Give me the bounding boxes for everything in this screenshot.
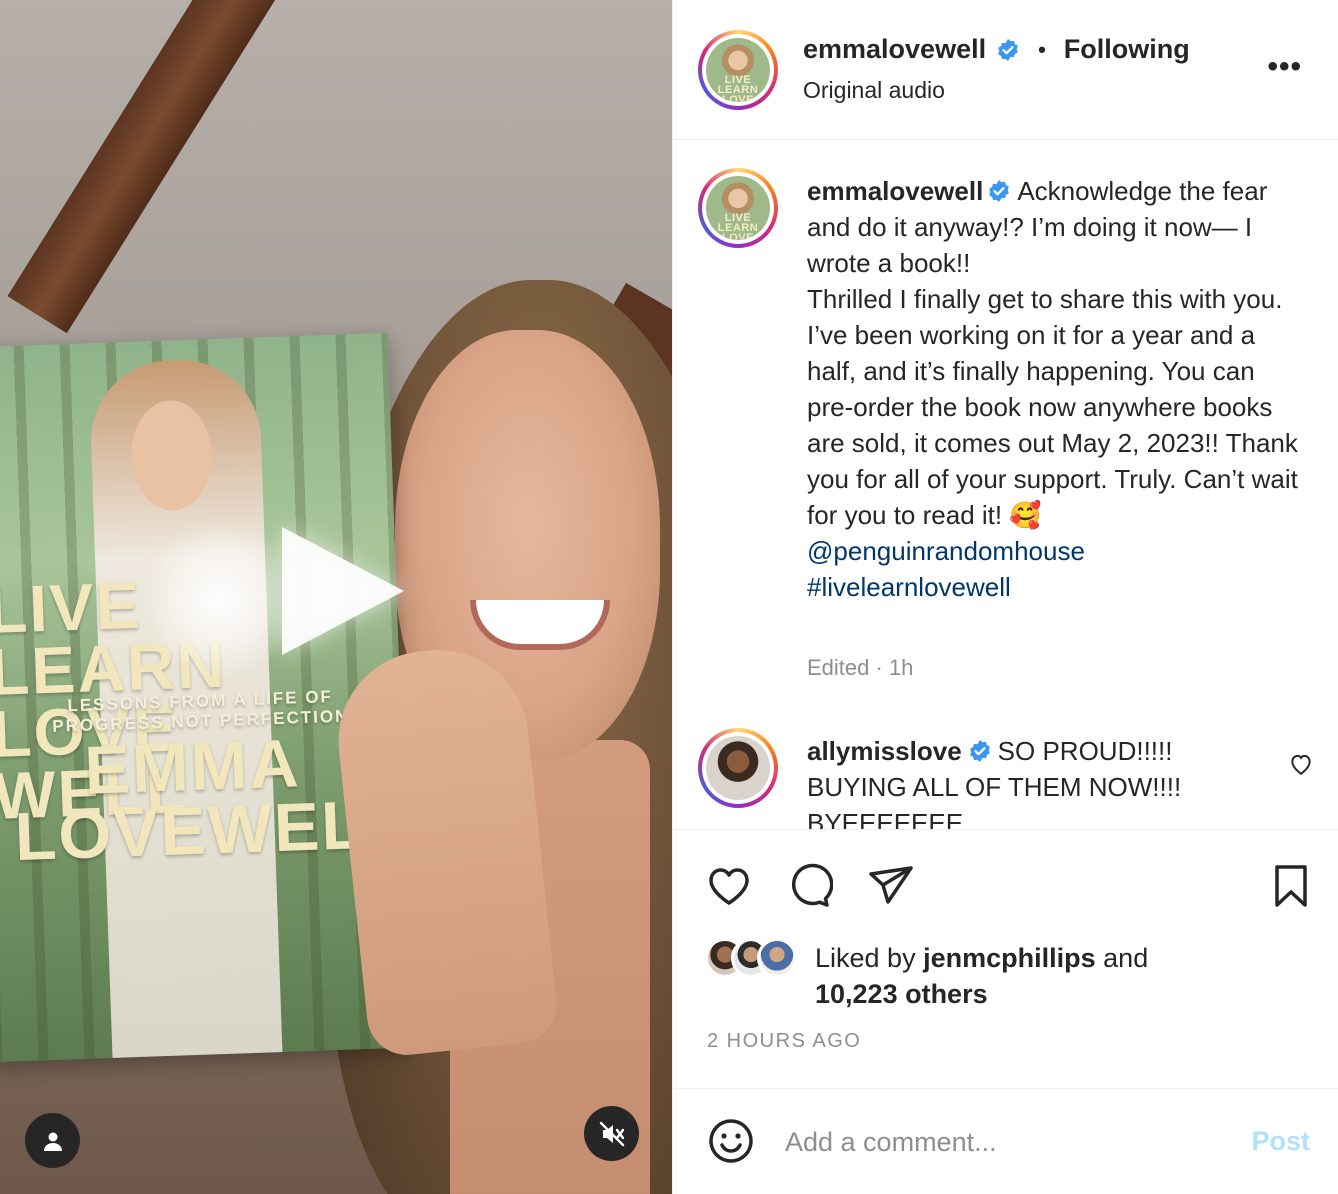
caption-avatar-ring[interactable]: LIVE LEARN LOVE WELL	[698, 168, 778, 248]
verified-icon	[989, 180, 1010, 202]
liked-by-user[interactable]: jenmcphillips	[923, 943, 1096, 973]
comment-username[interactable]: allymisslove	[807, 736, 962, 766]
liker-avatar	[757, 938, 797, 978]
play-icon[interactable]	[282, 527, 404, 655]
likes-summary[interactable]: Liked by jenmcphillips and 10,223 others	[815, 940, 1148, 1012]
liker-avatars[interactable]	[705, 938, 797, 978]
following-button[interactable]: Following	[1064, 34, 1190, 65]
verified-icon	[998, 38, 1018, 61]
audio-label[interactable]: Original audio	[803, 77, 945, 104]
likes-count[interactable]: 10,223 others	[815, 979, 988, 1009]
post-timestamp[interactable]: 2 HOURS AGO	[707, 1030, 861, 1053]
user-tag-icon	[43, 1132, 62, 1151]
post-caption: emmalovewell Acknowledge the fear and do…	[807, 173, 1307, 605]
more-icon[interactable]: •••	[1267, 52, 1302, 82]
commenter-avatar	[706, 736, 770, 800]
comment-input[interactable]	[785, 1122, 1205, 1162]
author-avatar-ring[interactable]: LIVE LEARN LOVE WELL	[698, 30, 778, 110]
comment-like-heart-icon[interactable]	[1288, 751, 1314, 777]
post-actions: Liked by jenmcphillips and 10,223 others…	[673, 829, 1338, 1089]
caption-hashtag[interactable]: #livelearnlovewell	[807, 572, 1011, 602]
heart-icon[interactable]	[705, 862, 753, 910]
comment: allymisslove SO PROUD!!!!! BUYING ALL OF…	[807, 733, 1267, 829]
bookmark-icon[interactable]	[1267, 862, 1315, 910]
header-separator: •	[1038, 36, 1046, 62]
commenter-avatar-ring[interactable]	[698, 728, 778, 808]
post-comment-button[interactable]: Post	[1251, 1126, 1310, 1157]
author-avatar: LIVE LEARN LOVE WELL	[706, 38, 770, 102]
light-glare	[140, 520, 300, 680]
verified-icon	[969, 740, 990, 762]
comment-composer: Post	[673, 1090, 1338, 1194]
caption-avatar: LIVE LEARN LOVE WELL	[706, 176, 770, 240]
mute-button[interactable]	[584, 1106, 639, 1161]
caption-mention[interactable]: @penguinrandomhouse	[807, 536, 1085, 566]
muted-speaker-icon	[599, 1121, 624, 1146]
comments-list[interactable]: LIVE LEARN LOVE WELL emmalovewell Acknow…	[673, 141, 1338, 829]
caption-meta: Edited · 1h	[807, 655, 914, 680]
post-details-panel: LIVE LEARN LOVE WELL emmalovewell • Foll…	[672, 0, 1338, 1194]
post-video[interactable]: LIVE LEARN LOVE WELL LESSONS FROM A LIFE…	[0, 0, 672, 1194]
emoji-icon[interactable]	[707, 1117, 755, 1165]
share-icon[interactable]	[867, 862, 915, 910]
user-tag-button[interactable]	[25, 1113, 80, 1168]
post-header: LIVE LEARN LOVE WELL emmalovewell • Foll…	[673, 0, 1338, 140]
author-username[interactable]: emmalovewell	[803, 34, 986, 65]
comment-icon[interactable]	[785, 862, 833, 910]
caption-username[interactable]: emmalovewell	[807, 176, 983, 206]
caption-text-2: Thrilled I finally get to share this wit…	[807, 284, 1298, 530]
book-author: EMMA LOVEWELL	[13, 725, 410, 876]
